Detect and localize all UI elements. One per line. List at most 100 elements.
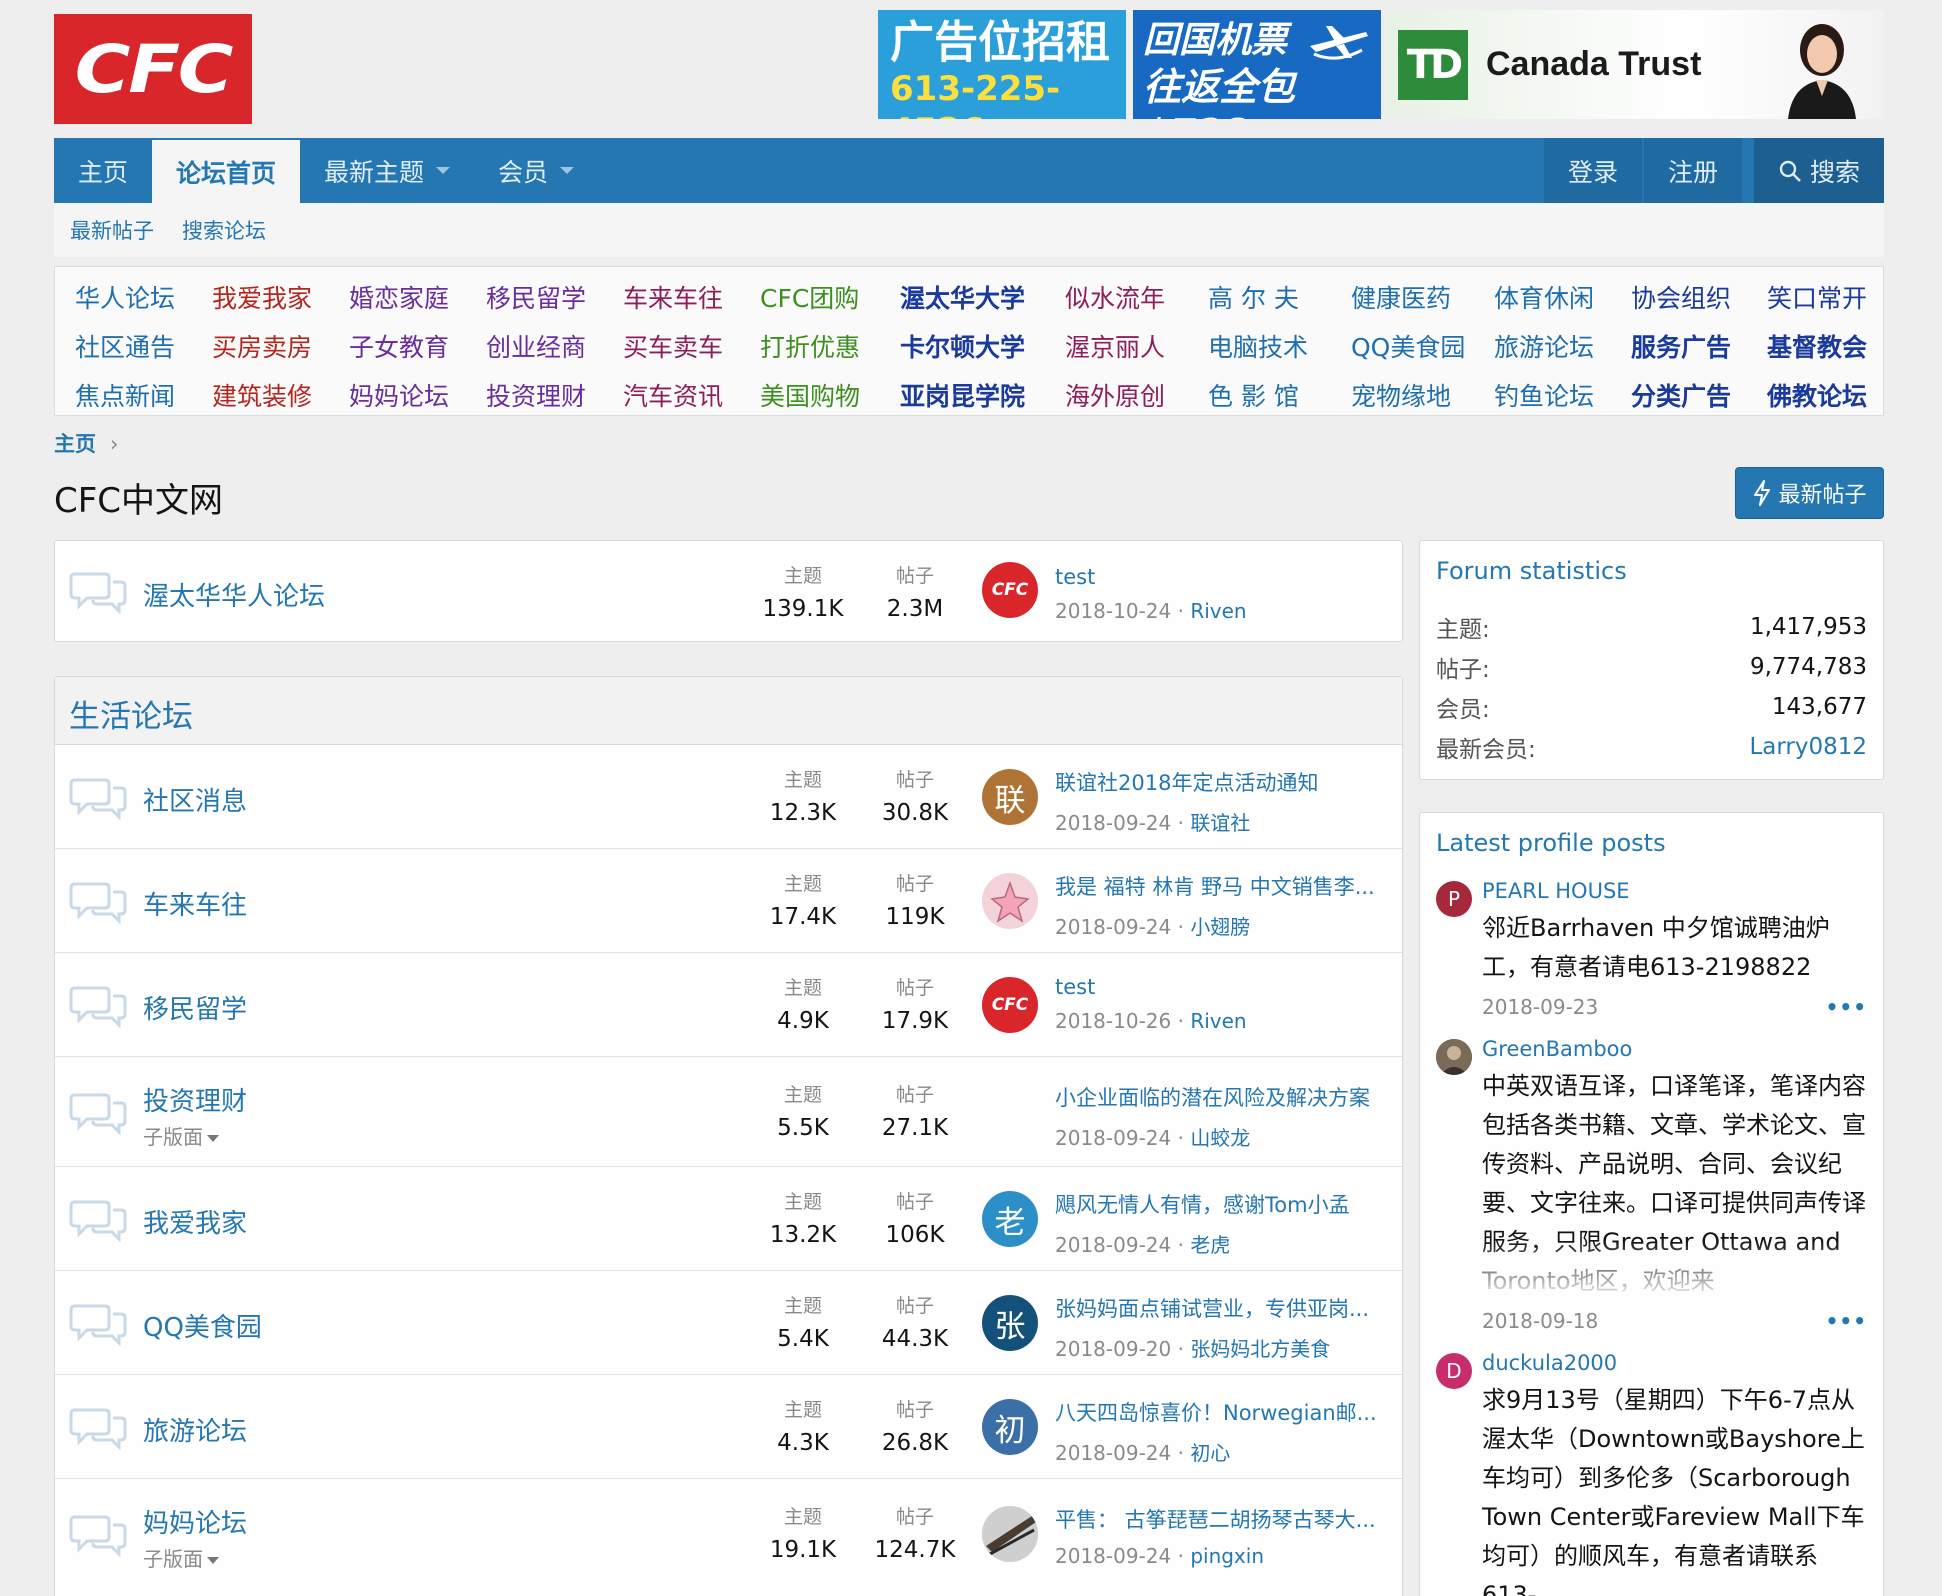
category-link[interactable]: 妈妈论坛 xyxy=(349,377,449,413)
category-link[interactable]: 建筑装修 xyxy=(212,377,312,413)
category-link[interactable]: 买房卖房 xyxy=(212,328,312,364)
avatar[interactable]: 张 xyxy=(982,1295,1038,1351)
nav-forums[interactable]: 论坛首页 xyxy=(152,140,301,203)
category-link[interactable]: 钓鱼论坛 xyxy=(1494,377,1594,413)
latest-post-title[interactable]: test xyxy=(1055,975,1395,999)
category-link[interactable]: 创业经商 xyxy=(486,328,586,364)
latest-post-user[interactable]: 小翅膀 xyxy=(1190,915,1250,939)
latest-post-user[interactable]: 山蛟龙 xyxy=(1190,1126,1250,1150)
login-button[interactable]: 登录 xyxy=(1543,138,1642,203)
new-posts-button[interactable]: 最新帖子 xyxy=(1735,467,1884,519)
more-options-icon[interactable]: ••• xyxy=(1826,1309,1867,1333)
latest-post-title[interactable]: 张妈妈面点铺试营业，专供亚岗... xyxy=(1055,1293,1395,1323)
category-link[interactable]: 移民留学 xyxy=(486,279,586,315)
avatar[interactable] xyxy=(1436,1039,1472,1075)
category-link[interactable]: 买车卖车 xyxy=(623,328,723,364)
avatar[interactable]: 老 xyxy=(982,1191,1038,1247)
latest-post-user[interactable]: pingxin xyxy=(1190,1544,1264,1568)
latest-post-title[interactable]: 我是 福特 林肯 野马 中文销售李... xyxy=(1055,871,1395,901)
ad-banner-flight[interactable]: 回国机票 往返全包$728 xyxy=(1133,10,1381,119)
search-button[interactable]: 搜索 xyxy=(1753,138,1884,203)
category-link[interactable]: 子女教育 xyxy=(349,328,449,364)
category-link[interactable]: 基督教会 xyxy=(1767,328,1867,364)
subnav-new-posts[interactable]: 最新帖子 xyxy=(70,215,154,245)
category-link[interactable]: 色 影 馆 xyxy=(1208,377,1299,413)
category-link[interactable]: 卡尔顿大学 xyxy=(900,328,1025,364)
category-link[interactable]: 健康医药 xyxy=(1351,279,1451,315)
category-link[interactable]: 车来车往 xyxy=(623,279,723,315)
category-link[interactable]: 佛教论坛 xyxy=(1767,377,1867,413)
category-link[interactable]: 似水流年 xyxy=(1065,279,1165,315)
nav-members[interactable]: 会员 xyxy=(474,138,598,203)
subforums-toggle[interactable]: 子版面 xyxy=(143,1121,219,1150)
category-link[interactable]: 美国购物 xyxy=(760,377,860,413)
avatar[interactable]: D xyxy=(1436,1353,1472,1389)
latest-post-title[interactable]: 八天四岛惊喜价！Norwegian邮... xyxy=(1055,1397,1395,1427)
category-link[interactable]: CFC团购 xyxy=(760,279,859,315)
category-heading[interactable]: 生活论坛 xyxy=(55,677,1402,745)
latest-post-title[interactable]: 小企业面临的潜在风险及解决方案 xyxy=(1055,1082,1395,1112)
category-link[interactable]: 服务广告 xyxy=(1631,328,1731,364)
profile-post-author[interactable]: GreenBamboo xyxy=(1482,1037,1867,1061)
latest-post-user[interactable]: Riven xyxy=(1190,599,1246,623)
category-link[interactable]: 投资理财 xyxy=(486,377,586,413)
avatar[interactable]: CFC xyxy=(982,562,1038,618)
latest-post-user[interactable]: Riven xyxy=(1190,1009,1246,1033)
category-link[interactable]: 社区通告 xyxy=(75,328,175,364)
category-link[interactable]: 打折优惠 xyxy=(760,328,860,364)
forum-title[interactable]: 我爱我家 xyxy=(143,1203,247,1240)
latest-post-user[interactable]: 老虎 xyxy=(1190,1233,1230,1257)
latest-post-user[interactable]: 初心 xyxy=(1190,1441,1230,1465)
chevron-down-icon[interactable] xyxy=(560,167,575,174)
subnav-search-forums[interactable]: 搜索论坛 xyxy=(182,215,266,245)
chevron-down-icon[interactable] xyxy=(436,167,451,174)
category-link[interactable]: 协会组织 xyxy=(1631,279,1731,315)
avatar[interactable] xyxy=(982,1084,1038,1140)
category-link[interactable]: 渥京丽人 xyxy=(1065,328,1165,364)
profile-posts-title[interactable]: Latest profile posts xyxy=(1436,829,1867,857)
forum-title[interactable]: 社区消息 xyxy=(143,781,247,818)
cfc-logo[interactable]: CFC xyxy=(54,14,252,124)
avatar[interactable] xyxy=(982,873,1038,929)
avatar[interactable]: CFC xyxy=(982,977,1038,1033)
category-link[interactable]: 体育休闲 xyxy=(1494,279,1594,315)
category-link[interactable]: 婚恋家庭 xyxy=(349,279,449,315)
category-link[interactable]: 渥太华大学 xyxy=(900,279,1025,315)
category-link[interactable]: 旅游论坛 xyxy=(1494,328,1594,364)
profile-post-author[interactable]: duckula2000 xyxy=(1482,1351,1867,1375)
category-link[interactable]: 亚岗昆学院 xyxy=(900,377,1025,413)
register-button[interactable]: 注册 xyxy=(1643,138,1742,203)
nav-whats-new[interactable]: 最新主题 xyxy=(300,138,474,203)
forum-title[interactable]: QQ美食园 xyxy=(143,1307,262,1344)
profile-post-date[interactable]: 2018-09-23 xyxy=(1482,995,1598,1019)
latest-post-title[interactable]: test xyxy=(1055,565,1395,589)
avatar[interactable]: 初 xyxy=(982,1399,1038,1455)
forum-title[interactable]: 旅游论坛 xyxy=(143,1411,247,1448)
category-link[interactable]: 华人论坛 xyxy=(75,279,175,315)
category-link[interactable]: 笑口常开 xyxy=(1767,279,1867,315)
profile-post-date[interactable]: 2018-09-18 xyxy=(1482,1309,1598,1333)
nav-home[interactable]: 主页 xyxy=(54,138,152,203)
profile-post-author[interactable]: PEARL HOUSE xyxy=(1482,879,1867,903)
forum-title[interactable]: 移民留学 xyxy=(143,989,247,1026)
ad-banner-rent[interactable]: 广告位招租 613-225-4526 xyxy=(878,10,1126,119)
category-link[interactable]: 高 尔 夫 xyxy=(1208,279,1299,315)
category-link[interactable]: 焦点新闻 xyxy=(75,377,175,413)
avatar[interactable]: P xyxy=(1436,881,1472,917)
category-link[interactable]: 电脑技术 xyxy=(1208,328,1308,364)
avatar[interactable] xyxy=(982,1506,1038,1562)
forum-title[interactable]: 渥太华华人论坛 xyxy=(143,576,325,613)
newest-member-link[interactable]: Larry0812 xyxy=(1749,734,1867,760)
forum-title[interactable]: 投资理财 xyxy=(143,1081,247,1118)
category-link[interactable]: 我爱我家 xyxy=(212,279,312,315)
forum-title[interactable]: 妈妈论坛 xyxy=(143,1503,247,1540)
more-options-icon[interactable]: ••• xyxy=(1826,995,1867,1019)
avatar[interactable]: 联 xyxy=(982,769,1038,825)
latest-post-title[interactable]: 平售： 古筝琵琶二胡扬琴古琴大... xyxy=(1055,1504,1395,1534)
breadcrumb-home[interactable]: 主页 xyxy=(54,432,96,456)
latest-post-user[interactable]: 联谊社 xyxy=(1190,811,1250,835)
category-link[interactable]: 海外原创 xyxy=(1065,377,1165,413)
latest-post-title[interactable]: 飓风无情人有情，感谢Tom小孟 xyxy=(1055,1189,1395,1219)
subforums-toggle[interactable]: 子版面 xyxy=(143,1543,219,1572)
ad-banner-td[interactable]: TD Canada Trust xyxy=(1388,10,1884,119)
